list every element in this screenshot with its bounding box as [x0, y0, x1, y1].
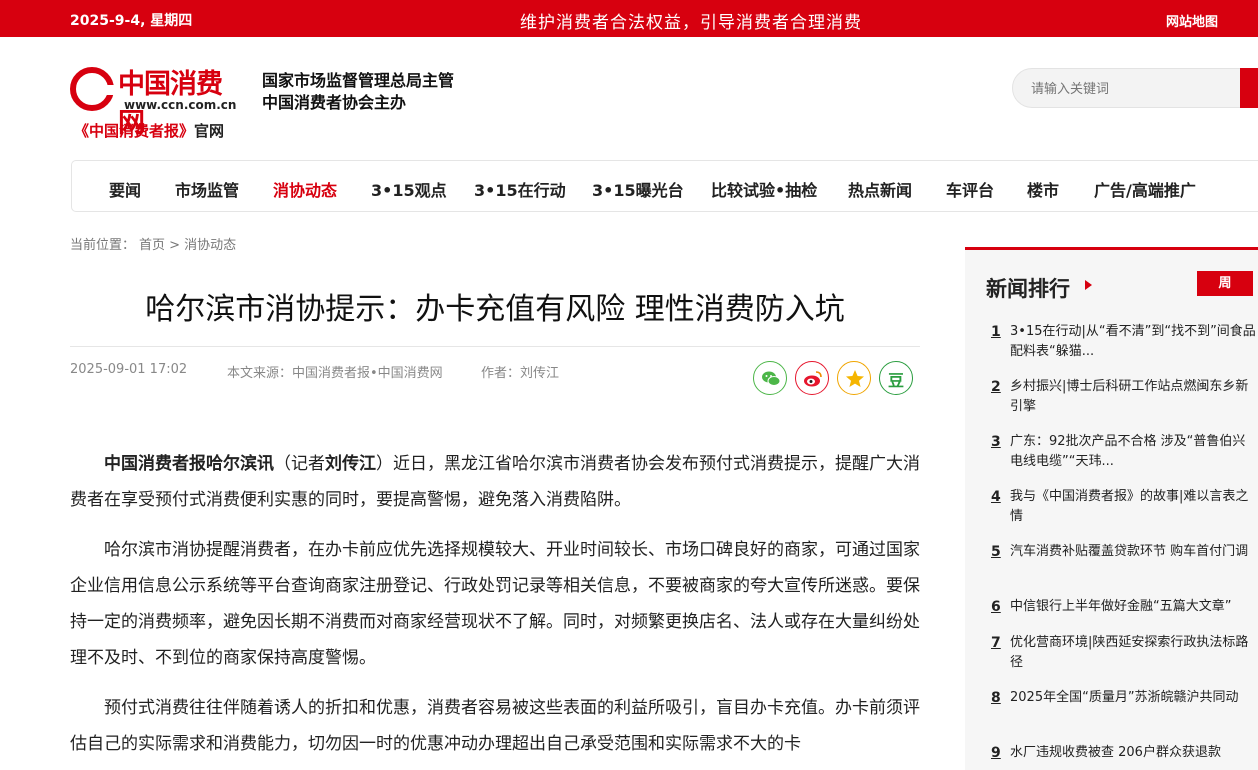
- breadcrumb-current[interactable]: 消协动态: [184, 238, 236, 253]
- ranking-title: 新闻排行: [986, 277, 1070, 301]
- nav-item-hot-news[interactable]: 热点新闻: [848, 177, 912, 201]
- paragraph-1-mid: （记者: [274, 454, 325, 474]
- nav-item-comparison-tests[interactable]: 比较试验•抽检: [711, 177, 817, 201]
- ranking-link[interactable]: 我与《中国消费者报》的故事|难以言表之情: [1010, 487, 1258, 527]
- ranking-number: 9: [991, 745, 1001, 761]
- logo-mark-icon: [70, 67, 116, 111]
- article-source: 本文来源：中国消费者报•中国消费网: [227, 366, 443, 381]
- sitemap-link[interactable]: 网站地图: [1166, 11, 1218, 30]
- caret-right-icon: [1085, 280, 1092, 290]
- site-slogan: 维护消费者合法权益，引导消费者合理消费: [520, 13, 862, 33]
- ranking-link[interactable]: 中信银行上半年做好金融“五篇大文章”: [1010, 597, 1258, 617]
- main-nav: 要闻 市场监管 消协动态 3•15观点 3•15在行动 3•15曝光台 比较试验…: [71, 160, 1258, 212]
- share-wechat-button[interactable]: [753, 361, 787, 395]
- nav-item-315-action[interactable]: 3•15在行动: [474, 177, 566, 201]
- search-button[interactable]: [1240, 68, 1258, 108]
- logo-url: www.ccn.com.cn: [124, 98, 237, 112]
- wechat-icon: [762, 371, 781, 386]
- article-title: 哈尔滨市消协提示：办卡充值有风险 理性消费防入坑: [145, 292, 845, 327]
- paragraph-3: 预付式消费往往伴随着诱人的折扣和优惠，消费者容易被这些表面的利益所吸引，盲目办卡…: [70, 698, 920, 754]
- ranking-link[interactable]: 广东：92批次产品不合格 涉及“普鲁伯兴电线电缆”“天玮...: [1010, 432, 1258, 472]
- ranking-number: 3: [991, 434, 1001, 450]
- ranking-link[interactable]: 水厂违规收费被查 206户群众获退款: [1010, 743, 1258, 763]
- breadcrumb: 当前位置： 首页 > 消协动态: [70, 234, 236, 253]
- ranking-tab-week[interactable]: 周: [1197, 271, 1253, 296]
- ranking-number: 2: [991, 379, 1001, 395]
- ranking-link[interactable]: 3•15在行动|从“看不清”到“找不到”间食品配料表“躲猫...: [1010, 322, 1258, 362]
- nav-item-news[interactable]: 要闻: [109, 177, 141, 201]
- search-box: [1012, 68, 1258, 108]
- star-icon: [846, 370, 864, 387]
- share-favorite-button[interactable]: [837, 361, 871, 395]
- ranking-number: 7: [991, 635, 1001, 651]
- official-prefix: 《中国消费者报》: [74, 122, 195, 140]
- ranking-number: 8: [991, 690, 1001, 706]
- ranking-link[interactable]: 乡村振兴|博士后科研工作站点燃闽东乡新引擎: [1010, 377, 1258, 417]
- paragraph-2: 哈尔滨市消协提醒消费者，在办卡前应优先选择规模较大、开业时间较长、市场口碑良好的…: [70, 540, 920, 668]
- nav-item-advertising[interactable]: 广告/高端推广: [1094, 177, 1196, 201]
- sponsor-line-1: 国家市场监督管理总局主管: [262, 71, 455, 90]
- top-bar: 2025-9-4, 星期四 维护消费者合法权益，引导消费者合理消费 网站地图: [0, 0, 1258, 37]
- logo-official: 《中国消费者报》官网: [74, 120, 224, 141]
- title-divider: [70, 346, 920, 347]
- share-weibo-button[interactable]: [795, 361, 829, 395]
- site-logo[interactable]: 中国消费网 www.ccn.com.cn 《中国消费者报》官网: [70, 62, 245, 140]
- ranking-link[interactable]: 汽车消费补贴覆盖贷款环节 购车首付门调: [1010, 542, 1258, 582]
- ranking-number: 6: [991, 599, 1001, 615]
- nav-item-market-supervision[interactable]: 市场监管: [175, 177, 239, 201]
- ranking-number: 5: [991, 544, 1001, 560]
- nav-item-property[interactable]: 楼市: [1027, 177, 1059, 201]
- ranking-link[interactable]: 2025年全国“质量月”苏浙皖赣沪共同动: [1010, 688, 1258, 728]
- search-input[interactable]: [1031, 78, 1231, 100]
- article-author: 作者：刘传江: [481, 366, 560, 381]
- official-suffix: 官网: [194, 122, 225, 140]
- nav-item-315-exposure[interactable]: 3•15曝光台: [592, 177, 684, 201]
- nav-item-315-views[interactable]: 3•15观点: [371, 177, 447, 201]
- sponsor-info: 国家市场监督管理总局主管 中国消费者协会主办: [262, 70, 454, 114]
- breadcrumb-prefix: 当前位置：: [70, 238, 136, 253]
- article-body: 中国消费者报哈尔滨讯（记者刘传江）近日，黑龙江省哈尔滨市消费者协会发布预付式消费…: [70, 446, 920, 770]
- sponsor-line-2: 中国消费者协会主办: [262, 93, 407, 112]
- breadcrumb-separator: >: [169, 238, 181, 253]
- ranking-number: 1: [991, 324, 1001, 340]
- weibo-icon: [804, 371, 822, 387]
- share-douban-button[interactable]: 豆: [879, 361, 913, 395]
- breadcrumb-home[interactable]: 首页: [139, 238, 165, 253]
- paragraph-1-reporter: 刘传江: [325, 454, 376, 474]
- nav-item-car-review[interactable]: 车评台: [946, 177, 994, 201]
- current-date: 2025-9-4, 星期四: [70, 13, 193, 29]
- paragraph-1: 中国消费者报哈尔滨讯（记者刘传江）近日，黑龙江省哈尔滨市消费者协会发布预付式消费…: [70, 446, 920, 518]
- ranking-number: 4: [991, 489, 1001, 505]
- nav-item-consumer-association[interactable]: 消协动态: [273, 177, 337, 201]
- ranking-link[interactable]: 优化营商环境|陕西延安探索行政执法标路径: [1010, 633, 1258, 673]
- article-date: 2025-09-01 17:02: [70, 362, 188, 377]
- douban-icon: 豆: [888, 371, 905, 390]
- paragraph-1-lead: 中国消费者报哈尔滨讯: [104, 454, 274, 474]
